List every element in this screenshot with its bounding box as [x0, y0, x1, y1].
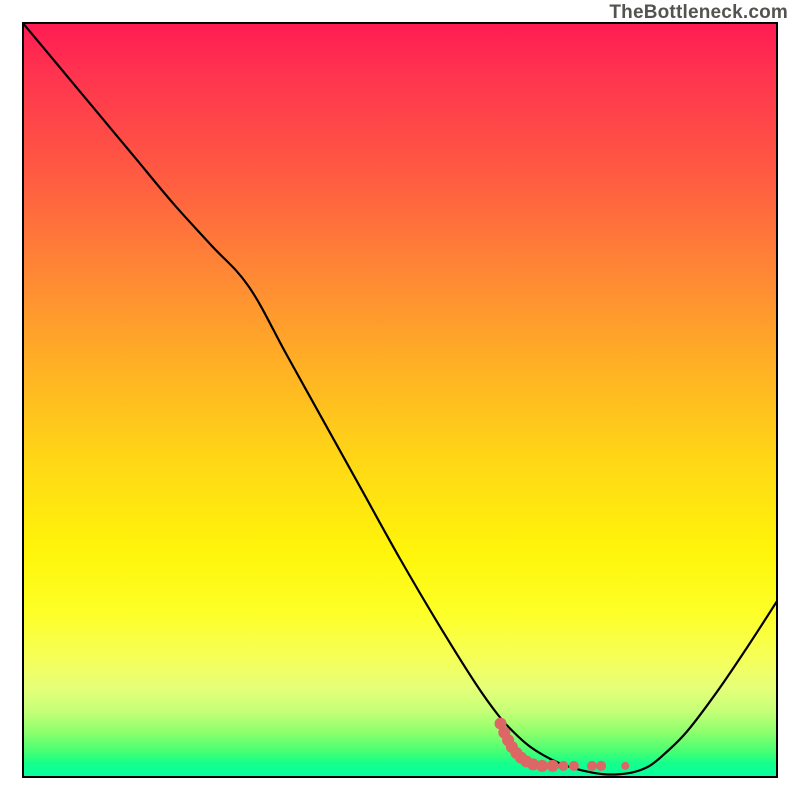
chart-svg	[22, 22, 778, 778]
marker-dot	[536, 760, 548, 772]
marker-dot	[547, 760, 559, 772]
watermark-text: TheBottleneck.com	[609, 2, 788, 24]
bottleneck-curve-path	[22, 22, 778, 775]
plot-area	[22, 22, 778, 778]
marker-dot	[558, 761, 568, 771]
marker-dot	[587, 761, 597, 771]
marker-dot	[621, 762, 629, 770]
marker-dot	[596, 761, 606, 771]
chart-container: TheBottleneck.com	[0, 0, 800, 800]
marker-dot	[569, 761, 579, 771]
bottleneck-markers-group	[495, 718, 630, 772]
